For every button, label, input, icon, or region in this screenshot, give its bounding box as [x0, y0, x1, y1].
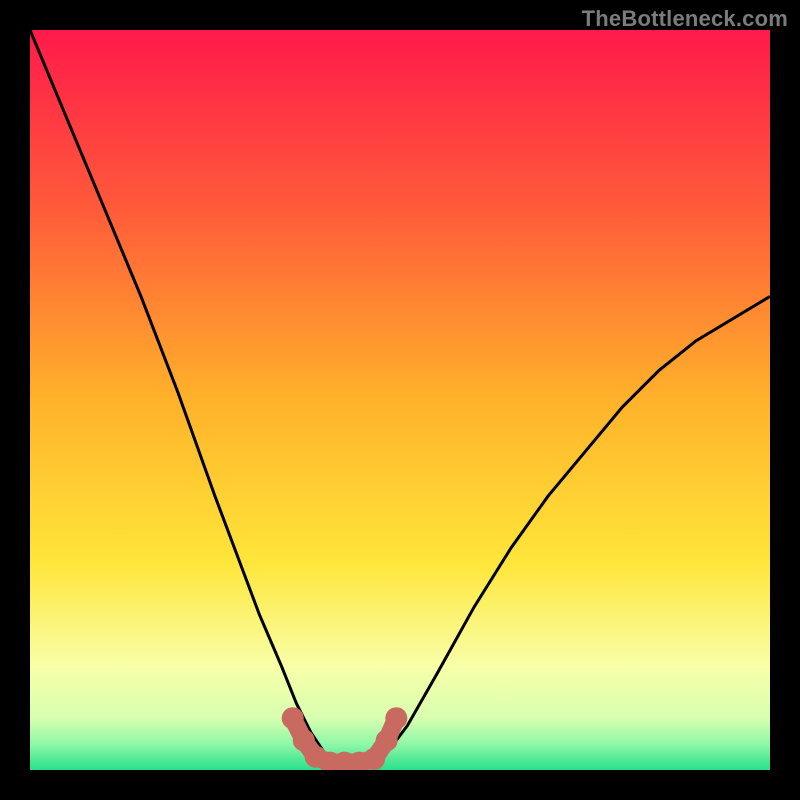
gradient-background	[30, 30, 770, 770]
minimum-marker-dot	[282, 707, 304, 729]
outer-frame: TheBottleneck.com	[0, 0, 800, 800]
minimum-marker-dot	[376, 729, 398, 751]
watermark-text: TheBottleneck.com	[582, 6, 788, 32]
minimum-marker-dot	[385, 707, 407, 729]
plot-area	[30, 30, 770, 770]
minimum-marker-dot	[363, 748, 385, 770]
chart-svg	[30, 30, 770, 770]
